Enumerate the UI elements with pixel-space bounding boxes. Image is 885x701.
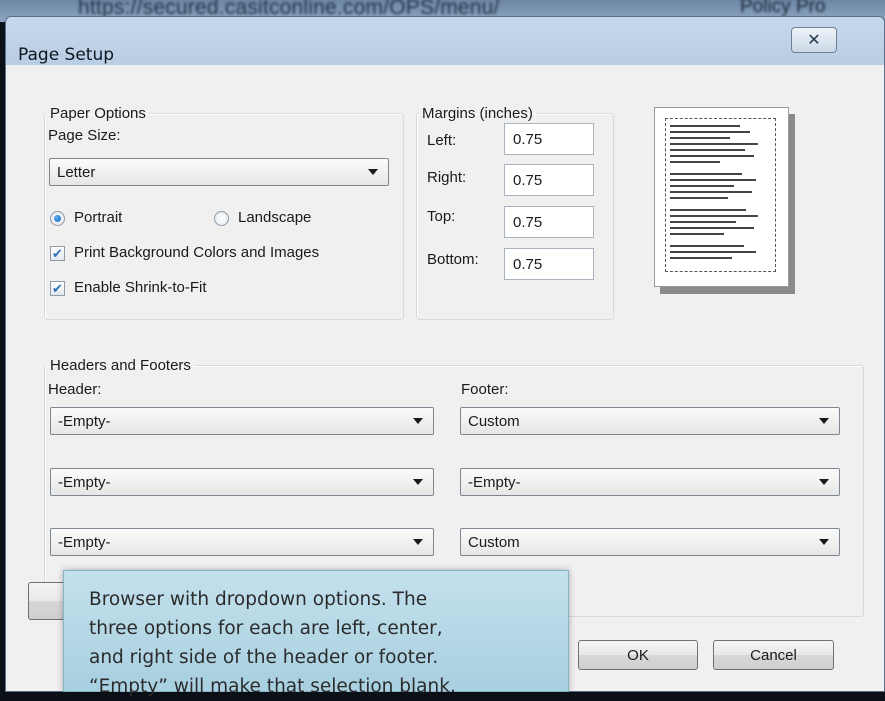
header-center-value: -Empty-: [58, 473, 111, 491]
preview-line: [670, 197, 728, 199]
chevron-down-icon: [368, 169, 378, 175]
preview-line: [670, 221, 736, 223]
margin-right-label: Right:: [427, 169, 467, 186]
chevron-down-icon: [819, 418, 829, 424]
portrait-radio[interactable]: [50, 211, 65, 226]
preview-line: [670, 149, 745, 151]
title-bar[interactable]: Page Setup ✕: [6, 17, 884, 65]
page-preview: [654, 107, 789, 287]
shrink-to-fit-checkbox[interactable]: ✔: [50, 281, 65, 296]
page-size-label: Page Size:: [48, 127, 121, 144]
chevron-down-icon: [819, 479, 829, 485]
preview-line: [670, 137, 730, 139]
footer-left-select[interactable]: Custom: [460, 407, 840, 435]
preview-line: [670, 143, 758, 145]
footer-label: Footer:: [461, 381, 509, 398]
portrait-label: Portrait: [74, 209, 123, 226]
page-size-select[interactable]: Letter: [49, 158, 389, 186]
headers-footers-legend: Headers and Footers: [50, 357, 191, 374]
chevron-down-icon: [413, 479, 423, 485]
ok-button[interactable]: OK: [578, 640, 698, 670]
dialog-title: Page Setup: [18, 45, 115, 65]
paper-options-legend: Paper Options: [50, 105, 146, 122]
chevron-down-icon: [819, 539, 829, 545]
preview-line: [670, 185, 734, 187]
callout-line-4: “Empty” will make that selection blank.: [89, 676, 456, 697]
margin-right-input[interactable]: 0.75: [504, 164, 594, 196]
preview-line: [670, 155, 754, 157]
close-icon: ✕: [807, 32, 821, 49]
annotation-callout: Browser with dropdown options. The three…: [63, 570, 569, 697]
preview-line: [670, 257, 732, 259]
header-right-value: -Empty-: [58, 533, 111, 551]
print-background-label: Print Background Colors and Images: [74, 244, 320, 261]
margin-bottom-label: Bottom:: [427, 251, 479, 268]
header-center-select[interactable]: -Empty-: [50, 468, 434, 496]
header-left-value: -Empty-: [58, 412, 111, 430]
footer-center-value: -Empty-: [468, 473, 521, 491]
margin-left-input[interactable]: 0.75: [504, 123, 594, 155]
shrink-to-fit-label: Enable Shrink-to-Fit: [74, 279, 207, 296]
footer-right-select[interactable]: Custom: [460, 528, 840, 556]
preview-line: [670, 173, 742, 175]
preview-line: [670, 245, 744, 247]
preview-line: [670, 227, 754, 229]
preview-line: [670, 215, 758, 217]
landscape-radio[interactable]: [214, 211, 229, 226]
footer-right-value: Custom: [468, 533, 520, 551]
header-right-select[interactable]: -Empty-: [50, 528, 434, 556]
callout-line-3: and right side of the header or footer.: [89, 647, 439, 668]
preview-line: [670, 125, 740, 127]
checkmark-icon: ✔: [52, 246, 63, 261]
preview-line: [670, 179, 756, 181]
cancel-button[interactable]: Cancel: [713, 640, 834, 670]
print-background-checkbox[interactable]: ✔: [50, 246, 65, 261]
footer-left-value: Custom: [468, 412, 520, 430]
margin-left-label: Left:: [427, 132, 457, 149]
callout-line-1: Browser with dropdown options. The: [89, 589, 428, 610]
preview-margin-box: [665, 118, 776, 272]
margin-top-input[interactable]: 0.75: [504, 206, 594, 238]
header-label: Header:: [48, 381, 102, 398]
page-size-value: Letter: [57, 163, 96, 181]
landscape-label: Landscape: [238, 209, 312, 226]
checkmark-icon: ✔: [52, 281, 63, 296]
callout-line-2: three options for each are left, center,: [89, 618, 443, 639]
preview-line: [670, 191, 752, 193]
chevron-down-icon: [413, 418, 423, 424]
preview-line: [670, 161, 720, 163]
margin-bottom-input[interactable]: 0.75: [504, 248, 594, 280]
footer-center-select[interactable]: -Empty-: [460, 468, 840, 496]
margins-legend: Margins (inches): [422, 105, 533, 122]
preview-line: [670, 233, 724, 235]
preview-line: [670, 131, 750, 133]
margin-top-label: Top:: [427, 208, 456, 225]
chevron-down-icon: [413, 539, 423, 545]
header-left-select[interactable]: -Empty-: [50, 407, 434, 435]
preview-line: [670, 251, 756, 253]
preview-line: [670, 209, 746, 211]
close-button[interactable]: ✕: [791, 27, 837, 53]
